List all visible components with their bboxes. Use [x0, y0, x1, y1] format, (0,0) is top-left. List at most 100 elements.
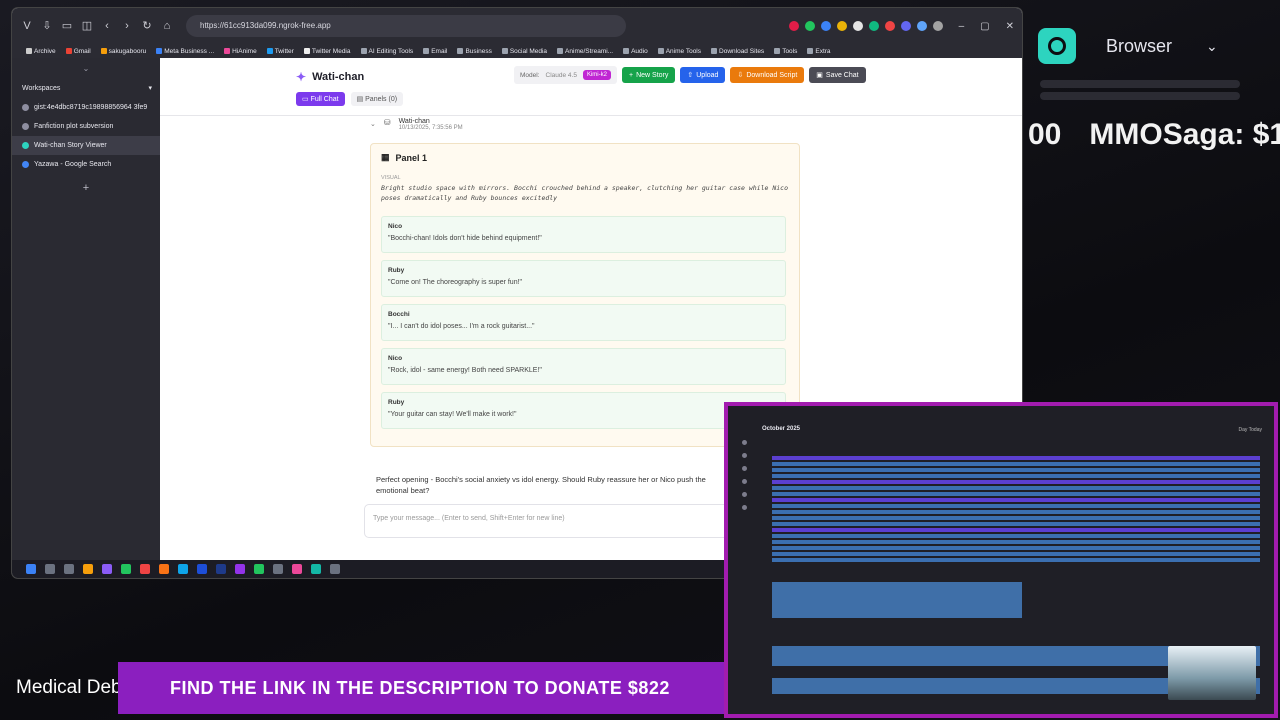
model-selector[interactable]: Model: Claude 4.5 Kimi-k2	[514, 66, 617, 84]
new-story-button[interactable]: + New Story	[621, 67, 676, 83]
sidebar-item-fanfiction[interactable]: Fanfiction plot subversion	[12, 117, 160, 136]
calendar-nav[interactable]: Day Today	[1238, 427, 1262, 433]
app-icon[interactable]	[273, 564, 283, 574]
bookmark-item[interactable]: Twitter	[266, 47, 294, 55]
calendar-event[interactable]	[772, 474, 1260, 478]
download-script-button[interactable]: ⇩ Download Script	[730, 67, 805, 83]
bookmark-item[interactable]: AI Editing Tools	[360, 47, 413, 55]
extension-icon[interactable]	[868, 21, 879, 31]
extension-icon[interactable]	[788, 21, 799, 31]
bookmark-item[interactable]: HiAnime	[224, 47, 257, 55]
bookmark-item[interactable]: Business	[457, 47, 492, 55]
calendar-event[interactable]	[772, 510, 1260, 514]
extension-icon[interactable]	[852, 21, 863, 31]
placeholder-bar	[1040, 92, 1240, 100]
calendar-event-block[interactable]	[772, 582, 1022, 618]
minimize-icon[interactable]: –	[959, 21, 965, 32]
bookmark-item[interactable]: Social Media	[501, 47, 547, 55]
browser-source-dropdown[interactable]: Browser ⌄	[1038, 28, 1268, 64]
photoshop-icon[interactable]	[216, 564, 226, 574]
message-timestamp: 10/13/2025, 7:35:56 PM	[398, 125, 463, 131]
calendar-event[interactable]	[772, 552, 1260, 556]
folder-icon[interactable]	[83, 564, 93, 574]
calendar-event[interactable]	[772, 468, 1260, 472]
bookmark-item[interactable]: Email	[423, 47, 447, 55]
collapse-icon[interactable]: ⌄	[370, 120, 376, 128]
sidebar-item-gist[interactable]: gist:4e4dbc8719c19898856964 3fe9	[12, 98, 160, 117]
extension-icon[interactable]	[820, 21, 831, 31]
edge-icon[interactable]	[178, 564, 188, 574]
bookmark-item[interactable]: Anime/Streami...	[557, 47, 613, 55]
bookmark-item[interactable]: sakugabooru	[100, 47, 146, 55]
avatar[interactable]	[932, 21, 943, 31]
calendar-event[interactable]	[772, 522, 1260, 526]
app-icon[interactable]	[140, 564, 150, 574]
vscode-icon[interactable]	[197, 564, 207, 574]
model-badge[interactable]: Kimi-k2	[582, 70, 611, 80]
calendar-event[interactable]	[772, 540, 1260, 544]
home-icon[interactable]: ⌂	[160, 19, 174, 33]
app-icon[interactable]	[330, 564, 340, 574]
extension-icon[interactable]	[884, 21, 895, 31]
bookmark-item[interactable]: Tools	[774, 47, 797, 55]
save-chat-button[interactable]: ▣ Save Chat	[809, 67, 866, 83]
forward-icon[interactable]: ›	[120, 19, 134, 33]
calendar-event[interactable]	[772, 516, 1260, 520]
vivaldi-icon[interactable]: V	[20, 19, 34, 33]
tab-full-chat[interactable]: ▭ Full Chat	[296, 92, 345, 106]
spotify-icon[interactable]	[254, 564, 264, 574]
sidebar-item-google-search[interactable]: Yazawa - Google Search	[12, 155, 160, 174]
extension-icon[interactable]	[916, 21, 927, 31]
bookmark-item[interactable]: Anime Tools	[657, 47, 701, 55]
tabs-icon[interactable]: ▭	[60, 19, 74, 33]
calendar-event[interactable]	[772, 504, 1260, 508]
bookmark-item[interactable]: Extra	[807, 47, 831, 55]
app-icon[interactable]	[292, 564, 302, 574]
back-icon[interactable]: ‹	[100, 19, 114, 33]
calendar-event[interactable]	[772, 528, 1260, 532]
sidebar-item-story-viewer[interactable]: Wati-chan Story Viewer	[12, 136, 160, 155]
bookmark-item[interactable]: Archive	[26, 47, 56, 55]
tab-panels[interactable]: ▤ Panels (0)	[350, 92, 404, 106]
sidebar-workspaces[interactable]: Workspaces ▾	[12, 79, 160, 98]
calendar-event[interactable]	[772, 546, 1260, 550]
dialogue-line: "Your guitar can stay! We'll make it wor…	[388, 410, 517, 418]
calendar-event[interactable]	[772, 492, 1260, 496]
calendar-event[interactable]	[772, 558, 1260, 562]
bookmark-item[interactable]: Download Sites	[711, 47, 764, 55]
calendar-event[interactable]	[772, 480, 1260, 484]
firefox-icon[interactable]	[159, 564, 169, 574]
dialogue-line: "I... I can't do idol poses... I'm a roc…	[388, 322, 535, 330]
reload-icon[interactable]: ↻	[140, 19, 154, 33]
app-icon[interactable]	[102, 564, 112, 574]
taskview-icon[interactable]	[64, 564, 74, 574]
app-icon[interactable]	[311, 564, 321, 574]
extension-icon[interactable]	[836, 21, 847, 31]
bookmark-item[interactable]: Audio	[623, 47, 648, 55]
bookmark-item[interactable]: Twitter Media	[303, 47, 351, 55]
extension-icon[interactable]	[900, 21, 911, 31]
download-icon[interactable]: ⇩	[40, 19, 54, 33]
calendar-event[interactable]	[772, 534, 1260, 538]
extension-icon[interactable]	[804, 21, 815, 31]
premiere-icon[interactable]	[235, 564, 245, 574]
globe-icon	[22, 142, 29, 149]
sidebar-toggle-icon[interactable]: ◫	[80, 19, 94, 33]
close-icon[interactable]: ✕	[1006, 21, 1014, 32]
search-icon[interactable]	[45, 564, 55, 574]
bookmark-item[interactable]: Meta Business ...	[156, 47, 214, 55]
bookmark-item[interactable]: Gmail	[65, 47, 91, 55]
maximize-icon[interactable]: ▢	[980, 21, 989, 32]
calendar-event[interactable]	[772, 498, 1260, 502]
folder-icon	[557, 47, 564, 54]
calendar-event[interactable]	[772, 462, 1260, 466]
add-tab-button[interactable]: +	[12, 182, 160, 194]
start-icon[interactable]	[26, 564, 36, 574]
dialogue-speaker: Nico	[388, 354, 403, 362]
calendar-event[interactable]	[772, 486, 1260, 490]
app-icon[interactable]	[121, 564, 131, 574]
upload-button[interactable]: ⇧ Upload	[680, 67, 726, 83]
address-bar[interactable]: https://61cc913da099.ngrok-free.app	[186, 15, 626, 37]
chevron-down-icon[interactable]: ⌄	[12, 64, 160, 73]
calendar-event[interactable]	[772, 456, 1260, 460]
